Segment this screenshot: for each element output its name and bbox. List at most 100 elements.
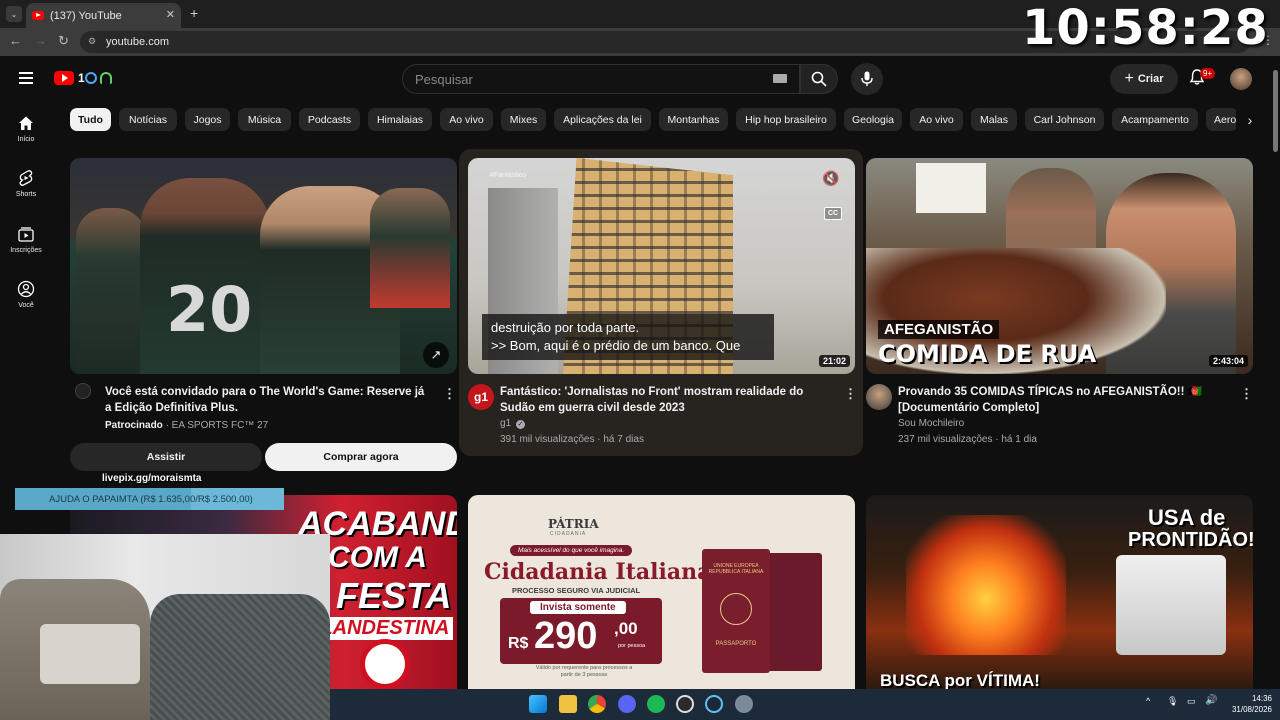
video-thumbnail-sudao[interactable]: #Fantástico 🔇 CC destruição por toda par… [468,158,855,374]
usa-line-2: PRONTIDÃO! [1128,529,1253,551]
sidebar-item-inscricoes[interactable]: Inscrições [0,225,52,254]
more-options-icon[interactable]: ⋮ [1240,386,1253,402]
video-title[interactable]: Você está convidado para o The World's G… [105,384,430,416]
donation-goal-text: AJUDA O PAPAIMTA (R$ 1.635,00/R$ 2.500,0… [49,493,253,505]
chip-mixes[interactable]: Mixes [501,108,546,131]
windows-start-icon[interactable] [529,695,547,713]
per-person: por pessoa [618,643,646,649]
chip-jogos[interactable]: Jogos [185,108,230,131]
donation-goal-bar: AJUDA O PAPAIMTA (R$ 1.635,00/R$ 2.500,0… [15,488,284,510]
chip-malas[interactable]: Malas [971,108,1017,131]
scrollbar-thumb[interactable] [1273,70,1278,152]
cc-button[interactable]: CC [824,207,842,220]
hamburger-menu-icon[interactable] [19,72,33,84]
external-link-icon[interactable]: ↗ [423,342,449,368]
chip-hip-hop-brasileiro[interactable]: Hip hop brasileiro [736,108,836,131]
invest-label: Invista somente [530,601,626,614]
steam-icon[interactable] [705,695,723,713]
close-tab-icon[interactable]: ✕ [166,8,175,21]
sidebar-item-voce[interactable]: Você [0,280,52,309]
site-info-icon[interactable]: ⚙ [88,36,96,47]
stream-clock-overlay: 10:58:28 [1022,0,1269,56]
caption-line-2: >> Bom, aqui é o prédio de um banco. Que [491,338,741,353]
caption-line-1: destruição por toda parte. [491,320,640,335]
obs-icon[interactable] [676,695,694,713]
more-options-icon[interactable]: ⋮ [443,386,456,402]
usa-line-3: BUSCA por VÍTIMA! [880,671,1040,689]
taskbar-time: 14:36 [1251,694,1272,703]
discord-icon[interactable] [618,695,636,713]
price-cents: ,00 [614,619,638,638]
new-tab-icon[interactable]: + [190,5,198,21]
channel-name[interactable]: · EA SPORTS FC™ 27 [166,420,269,431]
duration-badge: 2:43:04 [1209,355,1249,367]
video-title[interactable]: Fantástico: 'Jornalistas no Front' mostr… [500,384,830,416]
chip-ao-vivo-2[interactable]: Ao vivo [910,108,963,131]
voice-search-button[interactable] [851,63,883,95]
sidebar-item-shorts[interactable]: Shorts [0,169,52,198]
forward-icon[interactable]: → [34,33,47,48]
video-meta: 237 mil visualizações · há 1 dia [898,434,1037,445]
video-thumbnail-usa[interactable]: USA de PRONTIDÃO! BUSCA por VÍTIMA! [866,495,1253,689]
video-thumbnail-ea-fc[interactable]: 20 ↗ [70,158,457,374]
headline-sub: PROCESSO SEGURO VIA JUDICIAL [512,586,641,595]
spotify-icon[interactable] [647,695,665,713]
video-thumbnail-cidadania[interactable]: PÁTRIA CIDADANIA Mais acessível do que v… [468,495,855,689]
chip-noticias[interactable]: Notícias [119,108,177,131]
thumb-label-2: COMIDA DE RUA [878,340,1097,368]
tab-youtube[interactable]: (137) YouTube ✕ [26,3,181,28]
no-party-icon [360,639,410,689]
user-avatar[interactable] [1230,68,1252,90]
g1-channel-avatar[interactable]: g1 [468,384,494,410]
price-prefix: R$ [508,635,529,652]
chip-acampamento[interactable]: Acampamento [1112,108,1198,131]
chrome-icon[interactable] [588,695,606,713]
chip-geologia[interactable]: Geologia [844,108,902,131]
chip-himalaias[interactable]: Himalaias [368,108,432,131]
mute-icon[interactable]: 🔇 [822,170,839,187]
duration-badge: 21:02 [819,355,851,367]
chip-ao-vivo[interactable]: Ao vivo [440,108,493,131]
channel-name[interactable]: Sou Mochileiro [898,416,964,432]
back-icon[interactable]: ← [9,33,22,48]
mic-tray-icon[interactable]: 🎙 [1167,696,1178,707]
watch-button[interactable]: Assistir [70,443,262,471]
chevron-right-icon: › [1247,111,1253,128]
tab-list-button[interactable]: ⌄ [6,6,22,22]
search-input[interactable]: Pesquisar [402,64,800,94]
gaming-chair [150,594,330,720]
chips-next-button[interactable]: › [1236,106,1264,133]
volume-icon[interactable]: 🔊 [1205,695,1217,706]
sofa-cushion [40,624,140,684]
watermark: #Fantástico [490,172,527,179]
channel-name[interactable]: g1 ✓ [500,416,525,432]
url-text: youtube.com [106,36,169,48]
chip-musica[interactable]: Música [238,108,291,131]
create-button[interactable]: + Criar [1110,64,1178,94]
chip-tudo[interactable]: Tudo [70,108,111,131]
patria-sub: CIDADANIA [550,531,587,537]
sou-mochileiro-avatar[interactable] [866,384,892,410]
tray-overflow-icon[interactable]: ^ [1146,696,1150,706]
chip-aplicacoes-da-lei[interactable]: Aplicações da lei [554,108,651,131]
taskbar-clock[interactable]: 14:36 31/08/2026 [1228,693,1272,715]
ea-channel-avatar[interactable] [75,383,91,399]
video-thumbnail-afeganistao[interactable]: AFEGANISTÃO COMIDA DE RUA 2:43:04 [866,158,1253,374]
reload-icon[interactable]: ↻ [58,33,69,49]
tab-title: (137) YouTube [50,9,122,22]
chip-podcasts[interactable]: Podcasts [299,108,360,131]
chip-montanhas[interactable]: Montanhas [659,108,728,131]
buy-now-button[interactable]: Comprar agora [265,443,457,471]
more-options-icon[interactable]: ⋮ [844,386,857,402]
chip-aero[interactable]: Aero [1206,108,1238,131]
plus-icon: + [1124,70,1134,87]
settings-icon[interactable] [735,695,753,713]
network-icon[interactable]: ▭ [1187,696,1196,707]
chip-carl-johnson[interactable]: Carl Johnson [1025,108,1104,131]
search-button[interactable] [800,64,838,94]
file-explorer-icon[interactable] [559,695,577,713]
keyboard-icon[interactable] [773,74,787,83]
sidebar-item-inicio[interactable]: Início [0,114,52,143]
video-title[interactable]: Provando 35 COMIDAS TÍPICAS no AFEGANIST… [898,384,1208,416]
youtube-logo[interactable]: 1 [54,70,118,86]
